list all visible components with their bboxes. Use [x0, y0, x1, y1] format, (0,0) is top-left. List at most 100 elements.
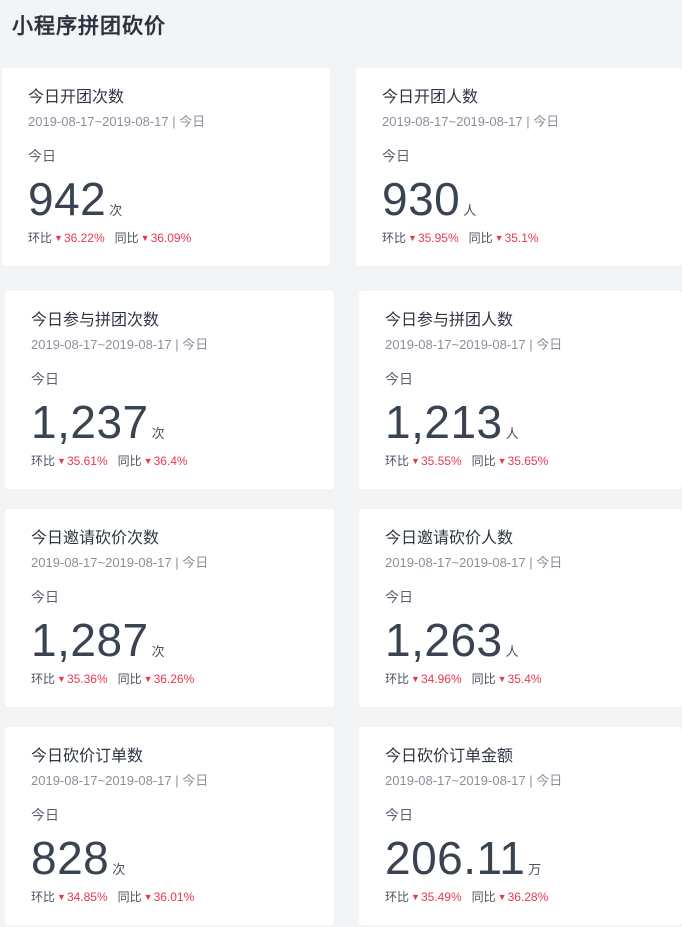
yoy-label: 同比	[114, 231, 139, 245]
yoy-value: 36.28%	[507, 890, 549, 904]
down-arrow-icon: ▼	[143, 892, 153, 902]
mom-label: 环比	[31, 672, 56, 686]
stat-unit: 万	[528, 862, 542, 877]
period-label: 今日	[382, 148, 410, 164]
mom-value: 35.61%	[66, 454, 108, 468]
stat-value: 1,263	[385, 614, 503, 666]
stat-card-join-group-count[interactable]: 今日参与拼团次数 2019-08-17~2019-08-17 | 今日 今日 1…	[5, 291, 334, 489]
yoy-value: 35.65%	[507, 454, 549, 468]
mom-value: 34.85%	[66, 890, 108, 904]
yoy-value: 36.09%	[150, 231, 192, 245]
yoy-value: 35.1%	[504, 231, 539, 245]
yoy-value: 35.4%	[507, 672, 542, 686]
down-arrow-icon: ▼	[57, 456, 66, 466]
yoy-label: 同比	[117, 454, 142, 468]
mom-label: 环比	[385, 454, 410, 468]
period-label: 今日	[385, 807, 413, 823]
period-label: 今日	[385, 371, 413, 387]
mom-label: 环比	[385, 672, 410, 686]
stat-card-bargain-orders[interactable]: 今日砍价订单数 2019-08-17~2019-08-17 | 今日 今日 82…	[5, 727, 334, 925]
card-title: 今日参与拼团次数	[31, 312, 160, 329]
date-range: 2019-08-17~2019-08-17 | 今日	[385, 337, 563, 352]
stat-card-invite-bargain-users[interactable]: 今日邀请砍价人数 2019-08-17~2019-08-17 | 今日 今日 1…	[359, 509, 682, 707]
stat-card-invite-bargain-count[interactable]: 今日邀请砍价次数 2019-08-17~2019-08-17 | 今日 今日 1…	[5, 509, 334, 707]
down-arrow-icon: ▼	[143, 456, 153, 466]
yoy-label: 同比	[468, 231, 493, 245]
comparison-row: 环比 ▼36.22% 同比 ▼36.09%	[28, 230, 304, 247]
mom-value: 35.49%	[420, 890, 462, 904]
period-label: 今日	[385, 589, 413, 605]
comparison-row: 环比 ▼35.36% 同比 ▼36.26%	[31, 671, 308, 688]
date-range: 2019-08-17~2019-08-17 | 今日	[31, 337, 209, 352]
down-arrow-icon: ▼	[57, 892, 66, 902]
stat-value: 930	[382, 173, 461, 225]
date-range: 2019-08-17~2019-08-17 | 今日	[382, 114, 560, 129]
period-label: 今日	[31, 589, 59, 605]
stat-card-open-group-users[interactable]: 今日开团人数 2019-08-17~2019-08-17 | 今日 今日 930…	[356, 68, 682, 266]
stat-unit: 人	[505, 644, 519, 659]
comparison-row: 环比 ▼35.95% 同比 ▼35.1%	[382, 230, 656, 247]
period-label: 今日	[31, 807, 59, 823]
mom-label: 环比	[31, 890, 56, 904]
yoy-value: 36.4%	[153, 454, 188, 468]
stat-card-join-group-users[interactable]: 今日参与拼团人数 2019-08-17~2019-08-17 | 今日 今日 1…	[359, 291, 682, 489]
comparison-row: 环比 ▼35.61% 同比 ▼36.4%	[31, 453, 308, 470]
stat-value: 1,237	[31, 396, 149, 448]
stat-card-bargain-order-amount[interactable]: 今日砍价订单金额 2019-08-17~2019-08-17 | 今日 今日 2…	[359, 727, 682, 925]
mom-label: 环比	[31, 454, 56, 468]
down-arrow-icon: ▼	[411, 892, 420, 902]
mom-value: 34.96%	[420, 672, 462, 686]
down-arrow-icon: ▼	[143, 674, 153, 684]
mom-label: 环比	[385, 890, 410, 904]
mom-label: 环比	[382, 231, 407, 245]
down-arrow-icon: ▼	[497, 892, 507, 902]
stat-unit: 人	[463, 203, 477, 218]
yoy-label: 同比	[471, 454, 496, 468]
mom-value: 35.95%	[417, 231, 459, 245]
down-arrow-icon: ▼	[497, 456, 507, 466]
down-arrow-icon: ▼	[140, 233, 150, 243]
date-range: 2019-08-17~2019-08-17 | 今日	[28, 114, 206, 129]
card-title: 今日砍价订单金额	[385, 748, 514, 765]
stat-value: 1,287	[31, 614, 149, 666]
mom-value: 36.22%	[63, 231, 105, 245]
yoy-label: 同比	[471, 672, 496, 686]
card-title: 今日开团次数	[28, 89, 125, 106]
stat-value: 828	[31, 832, 110, 884]
yoy-label: 同比	[471, 890, 496, 904]
date-range: 2019-08-17~2019-08-17 | 今日	[385, 555, 563, 570]
down-arrow-icon: ▼	[54, 233, 63, 243]
yoy-value: 36.26%	[153, 672, 195, 686]
down-arrow-icon: ▼	[497, 674, 507, 684]
stat-value: 942	[28, 173, 107, 225]
comparison-row: 环比 ▼34.96% 同比 ▼35.4%	[385, 671, 656, 688]
mom-value: 35.55%	[420, 454, 462, 468]
card-title: 今日邀请砍价人数	[385, 530, 514, 547]
stat-value: 206.11	[385, 832, 526, 884]
period-label: 今日	[31, 371, 59, 387]
card-title: 今日开团人数	[382, 89, 479, 106]
comparison-row: 环比 ▼35.55% 同比 ▼35.65%	[385, 453, 656, 470]
stat-unit: 次	[112, 862, 126, 877]
date-range: 2019-08-17~2019-08-17 | 今日	[385, 773, 563, 788]
date-range: 2019-08-17~2019-08-17 | 今日	[31, 773, 209, 788]
page-title: 小程序拼团砍价	[12, 15, 166, 38]
card-title: 今日砍价订单数	[31, 748, 144, 765]
stat-unit: 人	[505, 426, 519, 441]
down-arrow-icon: ▼	[494, 233, 504, 243]
down-arrow-icon: ▼	[408, 233, 417, 243]
yoy-value: 36.01%	[153, 890, 195, 904]
yoy-label: 同比	[117, 890, 142, 904]
period-label: 今日	[28, 148, 56, 164]
stat-unit: 次	[109, 203, 123, 218]
mom-label: 环比	[28, 231, 53, 245]
stat-card-open-group-count[interactable]: 今日开团次数 2019-08-17~2019-08-17 | 今日 今日 942…	[2, 68, 330, 266]
down-arrow-icon: ▼	[411, 456, 420, 466]
stat-unit: 次	[151, 426, 165, 441]
stat-unit: 次	[151, 644, 165, 659]
down-arrow-icon: ▼	[57, 674, 66, 684]
card-title: 今日邀请砍价次数	[31, 530, 160, 547]
card-title: 今日参与拼团人数	[385, 312, 514, 329]
stat-value: 1,213	[385, 396, 503, 448]
comparison-row: 环比 ▼34.85% 同比 ▼36.01%	[31, 889, 308, 906]
